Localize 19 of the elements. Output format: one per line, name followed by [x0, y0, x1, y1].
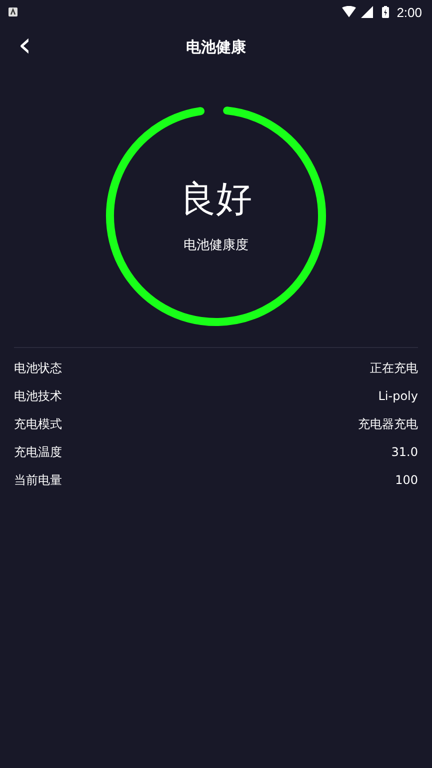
- notification-icon: [8, 7, 18, 17]
- detail-label: 充电模式: [14, 416, 62, 432]
- detail-value: 31.0: [391, 445, 418, 459]
- detail-label: 电池状态: [14, 360, 62, 376]
- battery-icon: [382, 6, 389, 18]
- wifi-icon: [342, 6, 356, 18]
- detail-value: 充电器充电: [358, 416, 418, 432]
- detail-value: 正在充电: [370, 360, 418, 376]
- detail-value: Li-poly: [378, 389, 418, 403]
- status-time: 2:00: [396, 4, 422, 20]
- page-title: 电池健康: [186, 38, 246, 56]
- health-label: 电池健康度: [184, 236, 248, 254]
- detail-label: 电池技术: [14, 388, 62, 404]
- signal-icon: [360, 6, 374, 18]
- detail-label: 当前电量: [14, 472, 62, 488]
- back-button[interactable]: ‹: [12, 30, 38, 60]
- detail-value: 100: [395, 473, 418, 487]
- detail-label: 充电温度: [14, 444, 62, 460]
- health-status: 良好: [180, 178, 252, 222]
